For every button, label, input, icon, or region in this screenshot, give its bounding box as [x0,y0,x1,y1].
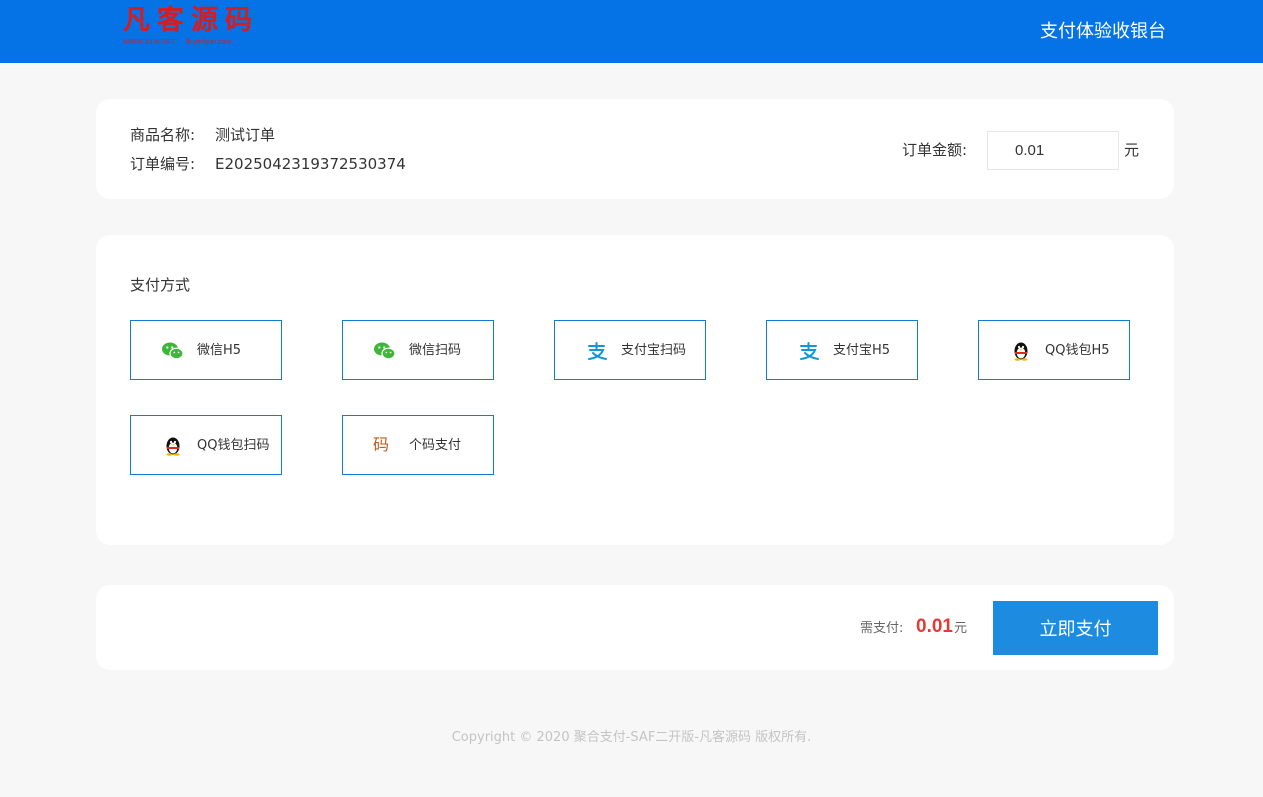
top-bar: 凡客源码 WWW.2016.NET fk.ymfyun.com 支付体验收银台 [0,0,1263,63]
method-qq-scan[interactable]: QQ钱包扫码 [130,415,282,475]
order-number-label: 订单编号: [130,155,196,173]
code-glyph-icon: 码 [373,435,390,454]
method-label: QQ钱包扫码 [197,438,270,453]
method-alipay-h5[interactable]: 支付宝H5 [766,320,918,380]
order-number-row: 订单编号: E2025042319372530374 [130,154,406,174]
method-alipay-scan[interactable]: 支付宝扫码 [554,320,706,380]
method-label: 微信扫码 [409,343,462,358]
site-logo[interactable]: 凡客源码 WWW.2016.NET fk.ymfyun.com [123,6,263,52]
alipay-icon [585,341,609,361]
product-name-value: 测试订单 [215,126,276,144]
method-label: QQ钱包H5 [1045,343,1110,358]
amount-due-label: 需支付: [860,621,904,636]
method-label: 支付宝扫码 [621,343,687,358]
logo-sub-right: fk.ymfyun.com [185,39,232,46]
page-title: 支付体验收银台 [1040,21,1166,42]
pay-summary-card: 需支付: 0.01 元 立即支付 [96,585,1174,670]
wechat-icon [373,341,397,361]
method-wechat-scan[interactable]: 微信扫码 [342,320,494,380]
payment-methods-card: 支付方式 微信H5 微信扫码 支付宝扫码 支付宝H5 QQ钱包H5 QQ钱包扫码… [96,235,1174,545]
order-number-value: E2025042319372530374 [215,155,406,173]
method-label: 支付宝H5 [833,343,891,358]
method-label: 个码支付 [409,438,462,453]
order-amount-unit: 元 [1124,141,1140,159]
wechat-icon [161,341,185,361]
order-amount-label: 订单金额: [902,141,968,159]
order-amount-input[interactable] [987,131,1119,170]
method-qq-h5[interactable]: QQ钱包H5 [978,320,1130,380]
qq-penguin-icon [161,436,185,456]
method-label: 微信H5 [197,343,242,358]
qq-penguin-icon [1009,341,1033,361]
amount-due-value: 0.01 [916,616,953,637]
logo-sub-left: WWW.2016.NET [123,39,176,46]
product-name-label: 商品名称: [130,126,196,144]
pay-now-button[interactable]: 立即支付 [993,601,1158,655]
order-info-card: 商品名称: 测试订单 订单编号: E2025042319372530374 订单金额… [96,99,1174,199]
amount-due-unit: 元 [954,621,968,636]
product-name-row: 商品名称: 测试订单 [130,125,275,145]
logo-subtext: WWW.2016.NET fk.ymfyun.com [123,38,263,47]
logo-text: 凡客源码 [123,5,259,36]
alipay-icon [797,341,821,361]
method-personal-code[interactable]: 码 个码支付 [342,415,494,475]
footer-copyright: Copyright © 2020 聚合支付-SAF二开版-凡客源码 版权所有. [451,730,812,745]
method-wechat-h5[interactable]: 微信H5 [130,320,282,380]
payment-methods-title: 支付方式 [130,276,191,294]
